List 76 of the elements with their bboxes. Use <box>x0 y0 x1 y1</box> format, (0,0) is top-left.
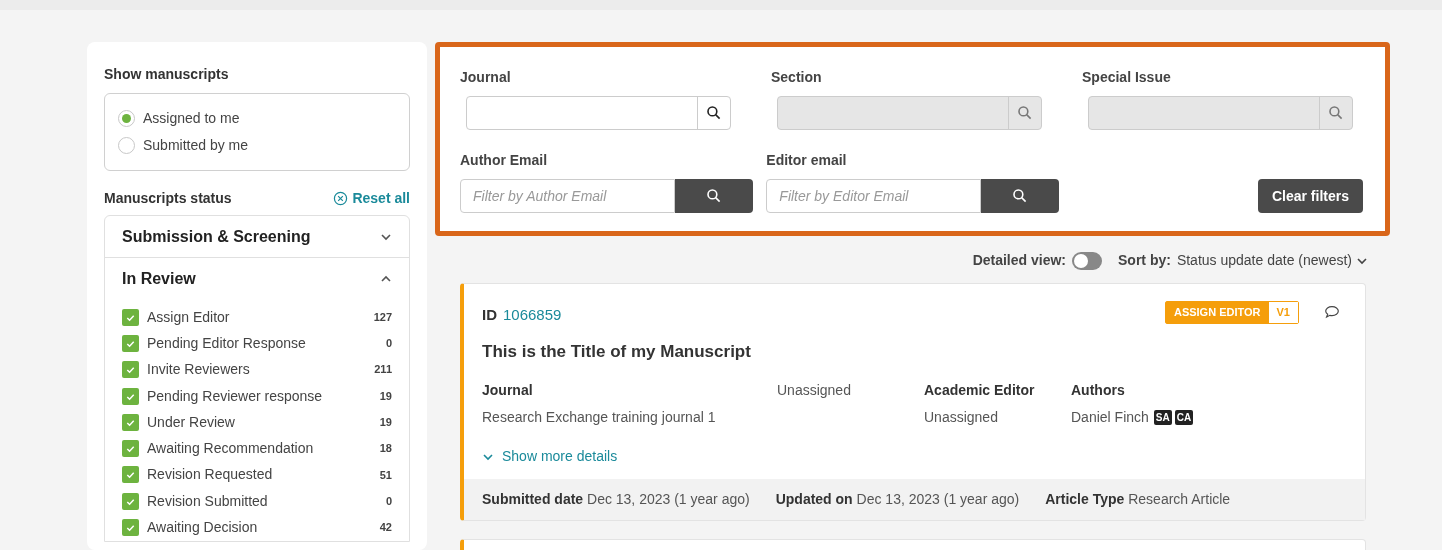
sort-label: Sort by: <box>1118 251 1171 270</box>
manuscript-title: This is the Title of my Manuscript <box>482 340 752 363</box>
field-label: Authors <box>1071 381 1126 400</box>
checkbox[interactable] <box>122 387 139 405</box>
footer-field: Updated on Dec 13, 2023 (1 year ago) <box>775 489 1020 510</box>
section-heading: Manuscripts status <box>104 189 232 208</box>
field-value: Unassigned <box>924 408 999 427</box>
show-more-link[interactable]: Show more details <box>482 446 618 467</box>
clear-filters-button[interactable]: Clear filters <box>1257 179 1363 213</box>
reset-link[interactable]: Reset all <box>333 188 410 209</box>
field-label: Section <box>771 68 823 87</box>
checkmark-icon <box>125 443 136 455</box>
manuscript-id-link[interactable]: 1066859 <box>503 304 562 327</box>
checkmark-icon <box>125 522 136 533</box>
field-label: Journal <box>460 68 512 87</box>
checkmark-icon <box>125 364 136 376</box>
footer-field: Submitted date Dec 13, 2023 (1 year ago) <box>482 489 750 510</box>
status-label: Awaiting Recommendation <box>147 439 315 459</box>
status-count: 0 <box>385 336 392 352</box>
author-name: Daniel Finch <box>1071 408 1149 427</box>
status-count: 19 <box>379 415 392 431</box>
status-label: Revision Submitted <box>147 491 269 511</box>
checkbox[interactable] <box>122 466 139 484</box>
status-label: Pending Editor Response <box>147 333 307 353</box>
accordion-header[interactable]: In Review <box>105 258 409 300</box>
status-count: 19 <box>379 388 392 404</box>
email-filter-field[interactable]: Filter by Author Email <box>460 179 675 213</box>
search-button[interactable] <box>981 179 1060 213</box>
status-label: Pending Reviewer response <box>147 386 324 406</box>
field-label: Editor email <box>766 151 848 170</box>
status-label: Revision Requested <box>147 465 274 485</box>
status-label: Awaiting Decision <box>147 518 259 537</box>
clear-circle-icon <box>333 191 349 206</box>
status-count: 127 <box>373 309 392 325</box>
email-filter-field[interactable]: Filter by Editor Email <box>766 179 982 213</box>
field-label: Author Email <box>460 151 549 170</box>
field-value: Unassigned <box>777 381 852 400</box>
checkbox[interactable] <box>122 519 139 536</box>
toggle-label: Detailed view: <box>972 251 1066 270</box>
status-count: 42 <box>379 520 392 536</box>
status-count: 51 <box>379 467 392 483</box>
checkbox[interactable] <box>122 413 139 431</box>
status-label: Invite Reviewers <box>147 360 251 380</box>
author-role-tag: CA <box>1174 410 1194 425</box>
status-count: 0 <box>385 493 392 509</box>
id-label: ID <box>482 305 497 325</box>
accordion-header[interactable]: Submission & Screening <box>105 216 409 258</box>
checkbox[interactable] <box>122 361 139 379</box>
field-label: Special Issue <box>1082 68 1172 87</box>
detailed-view-toggle[interactable] <box>1072 251 1102 270</box>
checkbox[interactable] <box>122 440 139 458</box>
checkbox[interactable] <box>122 308 139 326</box>
search-icon <box>706 105 722 121</box>
checkbox[interactable] <box>122 492 139 510</box>
search-icon <box>1012 188 1029 204</box>
field-value: Research Exchange training journal 1 <box>482 408 717 427</box>
status-badge: ASSIGN EDITOR <box>1165 302 1269 323</box>
search-icon <box>1328 105 1344 121</box>
author-role-tag: SA <box>1153 410 1172 425</box>
search-icon <box>1017 105 1033 121</box>
search-icon <box>706 188 722 204</box>
checkmark-icon <box>125 469 136 481</box>
status-count: 18 <box>379 441 392 457</box>
footer-field: Article Type Research Article <box>1045 489 1231 510</box>
radio-option[interactable]: Assigned to me <box>118 108 396 129</box>
field-label: Journal <box>482 381 534 400</box>
search-button[interactable] <box>675 179 753 213</box>
section-heading: Show manuscripts <box>104 65 230 84</box>
field-label: Academic Editor <box>924 381 1036 400</box>
sort-dropdown[interactable]: Status update date (newest) <box>1176 250 1368 271</box>
lookup-field[interactable] <box>466 96 731 130</box>
radio-option[interactable]: Submitted by me <box>118 135 396 156</box>
checkbox[interactable] <box>122 334 139 352</box>
status-count: 211 <box>374 362 392 378</box>
status-label: Under Review <box>147 412 236 432</box>
status-label: Assign Editor <box>147 307 231 327</box>
